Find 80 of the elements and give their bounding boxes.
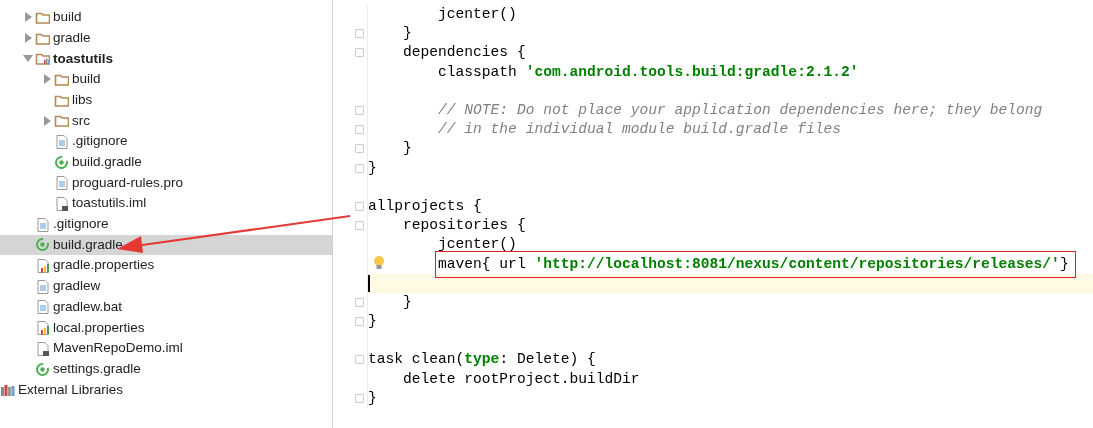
tree-item-label: libs	[72, 90, 93, 109]
code-line: }	[402, 24, 412, 44]
tree-item[interactable]: toastutils	[0, 48, 332, 70]
tree-item-label: build	[53, 8, 82, 27]
tree-item[interactable]: gradle.properties	[0, 255, 332, 276]
tree-item[interactable]: MavenRepoDemo.iml	[0, 338, 332, 359]
code-line: task clean(type: Delete) {	[368, 350, 596, 370]
tree-item[interactable]: build	[0, 69, 332, 90]
tree-item-label: gradlew.bat	[53, 297, 123, 316]
code-line: // in the individual module build.gradle files	[437, 120, 841, 140]
tree-item[interactable]: local.properties	[0, 317, 332, 338]
module-file-icon	[35, 340, 50, 356]
fold-marker-icon[interactable]	[355, 317, 364, 327]
code-line: }	[368, 158, 377, 178]
code-line: }	[402, 292, 412, 312]
fold-marker-icon[interactable]	[355, 297, 364, 307]
code-line: }	[368, 312, 377, 332]
gradle-icon	[35, 237, 50, 253]
code-line: classpath 'com.android.tools.build:gradle:2.1.2'	[437, 62, 859, 82]
properties-file-icon	[35, 258, 50, 274]
file-icon	[54, 175, 69, 191]
code-line: dependencies {	[402, 43, 526, 63]
tree-item-label: build	[72, 70, 101, 89]
fold-marker-icon[interactable]	[355, 29, 364, 39]
tree-item-label: MavenRepoDemo.iml	[53, 339, 183, 358]
tree-item-label: proguard-rules.pro	[72, 173, 184, 192]
tree-item[interactable]: toastutils.iml	[0, 193, 332, 214]
library-icon	[0, 382, 15, 398]
file-icon	[35, 299, 50, 315]
tree-item[interactable]: proguard-rules.pro	[0, 172, 332, 194]
tree-item-label: .gitignore	[53, 215, 109, 234]
fold-marker-icon[interactable]	[355, 221, 364, 231]
file-icon	[35, 216, 50, 232]
lightbulb-icon[interactable]	[373, 255, 385, 272]
tree-item-label: toastutils	[53, 49, 113, 68]
gradle-icon	[35, 361, 50, 377]
tree-item[interactable]: .gitignore	[0, 131, 332, 152]
tree-item-label: settings.gradle	[53, 359, 141, 378]
tree-item[interactable]: .gitignore	[0, 213, 332, 235]
code-line: repositories {	[402, 216, 526, 236]
tree-item-label: gradle.properties	[53, 256, 155, 275]
tree-item[interactable]: src	[0, 110, 332, 132]
module-folder-icon	[35, 51, 50, 67]
tree-item-label: .gitignore	[72, 132, 128, 151]
code-line: }	[402, 139, 412, 159]
tree-item[interactable]: gradle	[0, 27, 332, 49]
tree-item[interactable]: libs	[0, 89, 332, 111]
fold-marker-icon[interactable]	[355, 48, 364, 58]
fold-marker-icon[interactable]	[355, 163, 364, 173]
code-line: }	[368, 388, 377, 408]
tree-item-label: toastutils.iml	[72, 194, 147, 213]
fold-marker-icon[interactable]	[355, 355, 364, 365]
fold-marker-icon[interactable]	[355, 201, 364, 211]
file-icon	[35, 278, 50, 294]
gradle-icon	[54, 154, 69, 170]
code-line: allprojects {	[368, 196, 482, 216]
module-file-icon	[54, 196, 69, 212]
tree-item-label: build.gradle	[53, 235, 123, 254]
tree-item[interactable]: settings.gradle	[0, 358, 332, 380]
code-line: delete rootProject.buildDir	[402, 369, 640, 389]
file-icon	[54, 133, 69, 149]
tree-item[interactable]: build.gradle	[0, 151, 332, 173]
tree-item[interactable]: External Libraries	[18, 379, 124, 400]
fold-marker-icon[interactable]	[355, 393, 364, 403]
fold-marker-icon[interactable]	[355, 125, 364, 135]
tree-item[interactable]: gradlew	[0, 275, 332, 297]
properties-file-icon	[35, 320, 50, 336]
tree-item-label: local.properties	[53, 318, 145, 337]
tree-item-label: gradle	[53, 28, 91, 47]
folder-icon	[54, 113, 69, 129]
fold-marker-icon[interactable]	[355, 144, 364, 154]
code-line: jcenter()	[437, 5, 517, 25]
fold-marker-icon[interactable]	[355, 106, 364, 116]
tree-item[interactable]: build.gradle	[0, 234, 332, 256]
code-line: // NOTE: Do not place your application dependencies here; they belong	[437, 101, 1043, 121]
tree-item-label: gradlew	[53, 277, 101, 296]
tree-item-label: build.gradle	[72, 153, 142, 172]
tree-item[interactable]: gradlew.bat	[0, 296, 332, 318]
tree-item[interactable]: build	[0, 7, 332, 28]
tree-item-label: src	[72, 111, 90, 130]
